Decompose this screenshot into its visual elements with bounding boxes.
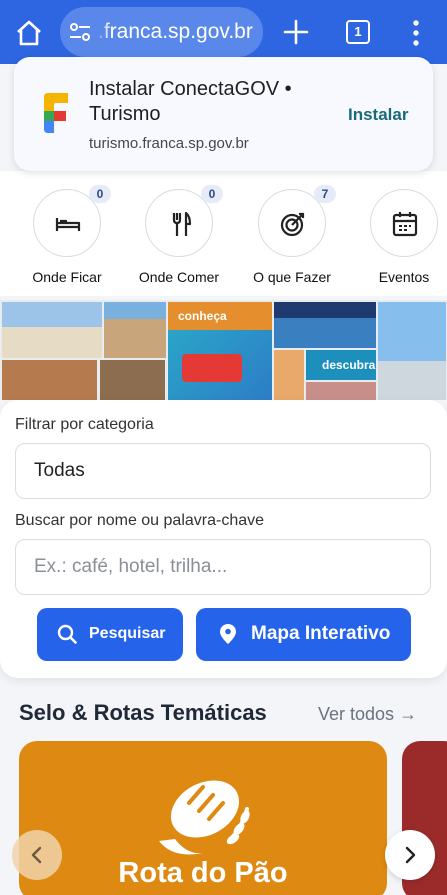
hero-text-conheca: conheça: [178, 309, 227, 323]
section-title: Selo & Rotas Temáticas: [19, 700, 267, 725]
station-photo: [104, 302, 166, 358]
crafts-photo: [100, 360, 165, 400]
address-bar[interactable]: .franca.sp.gov.br: [60, 7, 263, 57]
arena-photo: [274, 302, 376, 348]
browser-toolbar: .franca.sp.gov.br 1: [0, 0, 447, 64]
count-badge: 0: [201, 185, 223, 203]
interactive-map-button[interactable]: Mapa Interativo: [196, 608, 411, 661]
target-icon: [280, 212, 305, 237]
see-all-link[interactable]: Ver todos →: [318, 704, 417, 725]
keyword-search-label: Buscar por nome ou palavra-chave: [15, 512, 265, 529]
building-photo: [2, 302, 102, 358]
leather-photo: [2, 360, 97, 400]
install-button[interactable]: Instalar: [348, 105, 408, 125]
bread-icon: [159, 780, 250, 855]
install-url: turismo.franca.sp.gov.br: [89, 135, 249, 152]
category-strip: 0 Onde Ficar 0 Onde Comer 7 O que Fazer: [0, 171, 447, 296]
search-icon: [57, 624, 77, 644]
category-label: Onde Ficar: [32, 269, 102, 285]
monument-photo: [378, 302, 446, 400]
more-menu-icon[interactable]: [409, 18, 423, 48]
tab-switcher-button[interactable]: 1: [346, 20, 370, 44]
category-select[interactable]: Todas: [15, 443, 431, 499]
chevron-right-icon: [405, 846, 416, 864]
conheca-photo: conheça: [168, 302, 272, 330]
home-icon[interactable]: [14, 18, 44, 48]
map-pin-icon: [220, 624, 236, 644]
count-badge: 0: [89, 185, 111, 203]
hero-text-descubra: descubra: [322, 358, 376, 372]
person-photo: [274, 350, 304, 400]
site-settings-icon[interactable]: [68, 21, 92, 43]
category-select-value: Todas: [34, 460, 85, 481]
keyword-search-placeholder: Ex.: café, hotel, trilha...: [34, 556, 228, 577]
install-app-banner[interactable]: Instalar ConectaGOV • Turismo turismo.fr…: [14, 57, 433, 171]
url-text: .franca.sp.gov.br: [98, 20, 253, 43]
category-filter-label: Filtrar por categoria: [15, 416, 154, 433]
count-badge: 7: [314, 185, 336, 203]
route-name: Rota do Pão: [118, 857, 288, 889]
fork-knife-icon: [172, 211, 192, 236]
chevron-left-icon: [31, 846, 42, 864]
install-title: Instalar ConectaGOV • Turismo: [89, 78, 292, 125]
calendar-icon: [392, 212, 418, 237]
descubra-photo: descubra: [306, 350, 376, 380]
search-card: Filtrar por categoria Todas Buscar por n…: [0, 400, 447, 678]
category-label: Eventos: [378, 269, 430, 285]
category-label: O que Fazer: [253, 269, 331, 285]
eu-amo-franca-photo: [168, 330, 272, 400]
category-label: Onde Comer: [138, 269, 220, 285]
keyword-search-input[interactable]: Ex.: café, hotel, trilha...: [15, 539, 431, 595]
conectagov-logo: [44, 93, 68, 133]
search-button[interactable]: Pesquisar: [37, 608, 183, 661]
bed-icon: [55, 218, 81, 231]
carousel-next-button[interactable]: [385, 830, 435, 880]
carousel-prev-button[interactable]: [12, 830, 62, 880]
new-tab-icon[interactable]: [282, 18, 310, 46]
hero-collage: conheça descubra: [0, 300, 447, 400]
route-card[interactable]: Rota do Pão: [19, 741, 387, 895]
